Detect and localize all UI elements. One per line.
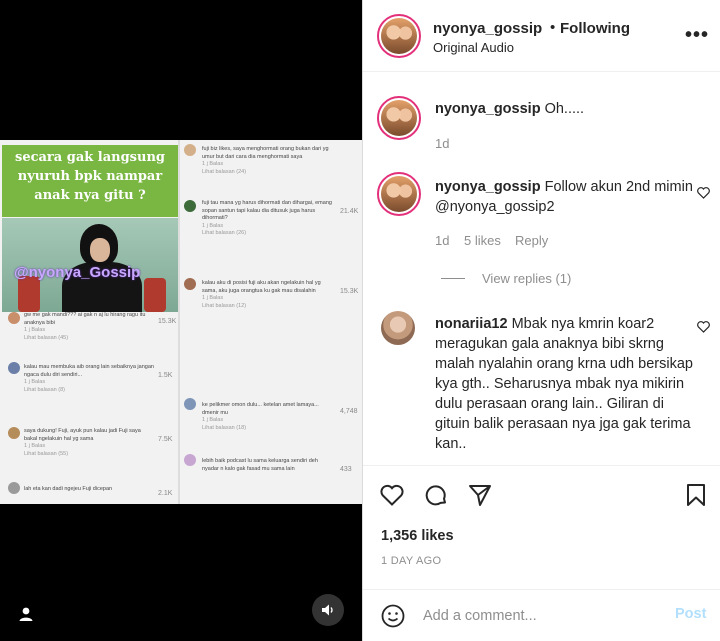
comment-username[interactable]: nyonya_gossip [435, 101, 541, 117]
likes-count[interactable]: 1,356 likes [381, 528, 454, 544]
video-comment: lebih baik podcast lu sama keluarga send… [202, 458, 318, 472]
video-comment: fuji biz likes, saya menghormati orang b… [202, 146, 329, 175]
video-caption-overlay: secara gak langsung nyuruh bpk nampar an… [2, 145, 178, 217]
video-comment: kalau mau membuka aib orang lain sebaikn… [24, 364, 154, 393]
comment-body: nonariia12 Mbak nya kmrin koar2 meraguka… [435, 314, 697, 454]
post-header: nyonya_gossip • Following Original Audio… [363, 0, 720, 72]
comment-time: 1d [435, 233, 450, 248]
author-avatar[interactable] [377, 14, 421, 58]
video-comment-avatar [184, 398, 196, 410]
original-audio-link[interactable]: Original Audio [433, 40, 514, 55]
comment-text: Mbak nya kmrin koar2 meragukan gala anak… [435, 316, 693, 452]
comment-time: 1d [435, 136, 450, 151]
comment-like-icon[interactable] [697, 187, 710, 199]
video-comment: ke pelikmer omon dulu... ketelan amet la… [202, 402, 319, 431]
video-comment-avatar [184, 278, 196, 290]
video-watermark: @nyonya_Gossip [14, 264, 141, 281]
mute-button[interactable] [312, 594, 344, 626]
comment-username[interactable]: nonariia12 [435, 316, 508, 332]
video-player[interactable]: secara gak langsung nyuruh bpk nampar an… [0, 0, 362, 641]
video-comment-likes: 7.5K [158, 436, 173, 443]
video-comment-likes: 21.4K [340, 208, 359, 215]
post-details-panel: nyonya_gossip • Following Original Audio… [362, 0, 720, 641]
video-comment-likes: 2.1K [158, 490, 173, 497]
comment-body: nyonya_gossip Oh..... [435, 99, 695, 119]
video-comment-likes: 1.5K [158, 372, 173, 379]
author-username[interactable]: nyonya_gossip [433, 20, 542, 37]
comments-list: nyonya_gossip Oh..... 1d nyonya_gossip F… [363, 73, 720, 465]
post-button[interactable]: Post [675, 606, 706, 622]
video-comment: saya dukung! Fuji, ayuk pun kalau jadi F… [24, 428, 141, 457]
view-replies-button[interactable]: View replies (1) [482, 271, 571, 286]
video-comment-avatar [184, 454, 196, 466]
replies-line [441, 278, 465, 279]
video-comment: lah eta kan dadi ngejeu Fuji dicepan [24, 486, 113, 492]
comment-avatar[interactable] [377, 172, 421, 216]
comment-avatar[interactable] [381, 311, 415, 345]
comment-avatar[interactable] [377, 96, 421, 140]
comment-like-icon[interactable] [697, 321, 710, 333]
user-tag-icon[interactable] [17, 605, 35, 623]
comment-likes[interactable]: 5 likes [464, 233, 501, 248]
add-comment-bar: Post [363, 589, 720, 641]
comment-text: Oh..... [544, 101, 585, 117]
video-comment-likes: 15.3K [340, 288, 359, 295]
post-date: 1 DAY AGO [381, 555, 442, 567]
following-button[interactable]: Following [560, 20, 630, 37]
share-icon[interactable] [467, 482, 493, 508]
like-icon[interactable] [379, 482, 405, 508]
video-comment-likes: 433 [340, 466, 352, 473]
video-comment-avatar [184, 144, 196, 156]
comment-reply-button[interactable]: Reply [515, 233, 548, 248]
save-icon[interactable] [683, 482, 709, 508]
emoji-icon[interactable] [381, 604, 405, 628]
video-comment-avatar [8, 427, 20, 439]
volume-icon [322, 604, 333, 616]
comment-input[interactable] [423, 606, 663, 626]
more-options-icon[interactable]: ••• [685, 24, 709, 47]
comment-username[interactable]: nyonya_gossip [435, 179, 541, 195]
video-comment-avatar [8, 362, 20, 374]
comment-body: nyonya_gossip Follow akun 2nd mimin @nyo… [435, 177, 697, 217]
post-action-bar [363, 465, 720, 525]
video-comment-avatar [184, 200, 196, 212]
video-comment-likes: 4,748 [340, 408, 358, 415]
comment-icon[interactable] [423, 482, 449, 508]
separator-dot: • [550, 19, 556, 36]
video-split-divider [178, 140, 180, 504]
video-comment: gw me gak mandi??? ai gak n aj lu hirang… [24, 312, 146, 341]
video-comment-likes: 15.3K [158, 318, 177, 325]
video-comment-avatar [8, 312, 20, 324]
video-comment-avatar [8, 482, 20, 494]
video-comment: fuji tau mana yg harus dihormati dan dih… [202, 200, 332, 236]
video-comment: kalau aku di posisi fuji aku akan ngelak… [202, 280, 321, 309]
